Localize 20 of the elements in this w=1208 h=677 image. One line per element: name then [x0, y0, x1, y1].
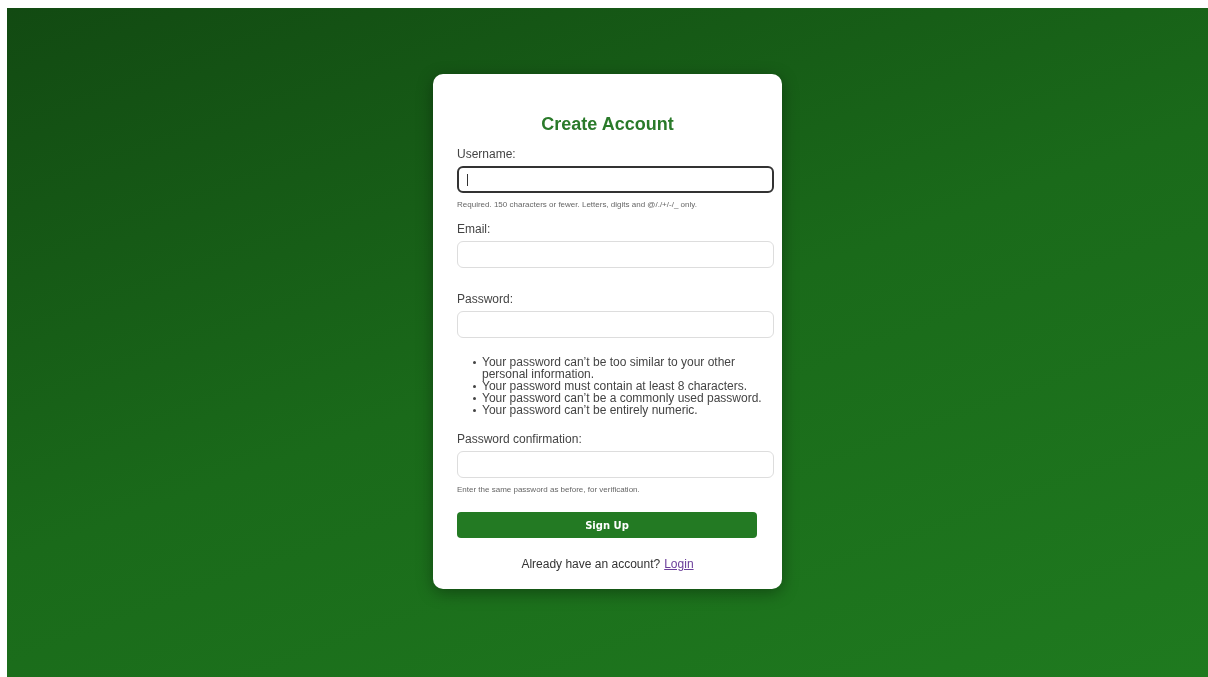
- help-text: Your password must contain at least 8 characters.: [482, 380, 748, 392]
- sign-up-button[interactable]: Sign Up: [457, 512, 757, 538]
- bullet-icon: [473, 397, 476, 400]
- input-field[interactable]: [457, 166, 774, 193]
- field-label: Password:: [457, 292, 515, 306]
- help-text: Your password can’t be too similar to your other personal information.: [482, 356, 736, 380]
- bullet-icon: [473, 385, 476, 388]
- bullet-icon: [473, 409, 476, 412]
- help-text: Your password can’t be a commonly used password.: [482, 392, 762, 404]
- login-link[interactable]: Login: [664, 557, 694, 571]
- field-label: Email:: [457, 222, 492, 236]
- form-title: Create Account: [540, 114, 675, 135]
- help-text: Enter the same password as before, for verification.: [457, 485, 641, 494]
- help-text: Your password can’t be entirely numeric.: [482, 404, 698, 416]
- field-label: Password confirmation:: [457, 432, 583, 446]
- field-label: Username:: [457, 147, 517, 161]
- bullet-icon: [473, 361, 476, 364]
- footer-text: Already have an account?: [521, 557, 661, 571]
- text-cursor: [467, 173, 468, 186]
- help-text: Required. 150 characters or fewer. Letters, digits and @/./+/-/_ only.: [457, 200, 698, 209]
